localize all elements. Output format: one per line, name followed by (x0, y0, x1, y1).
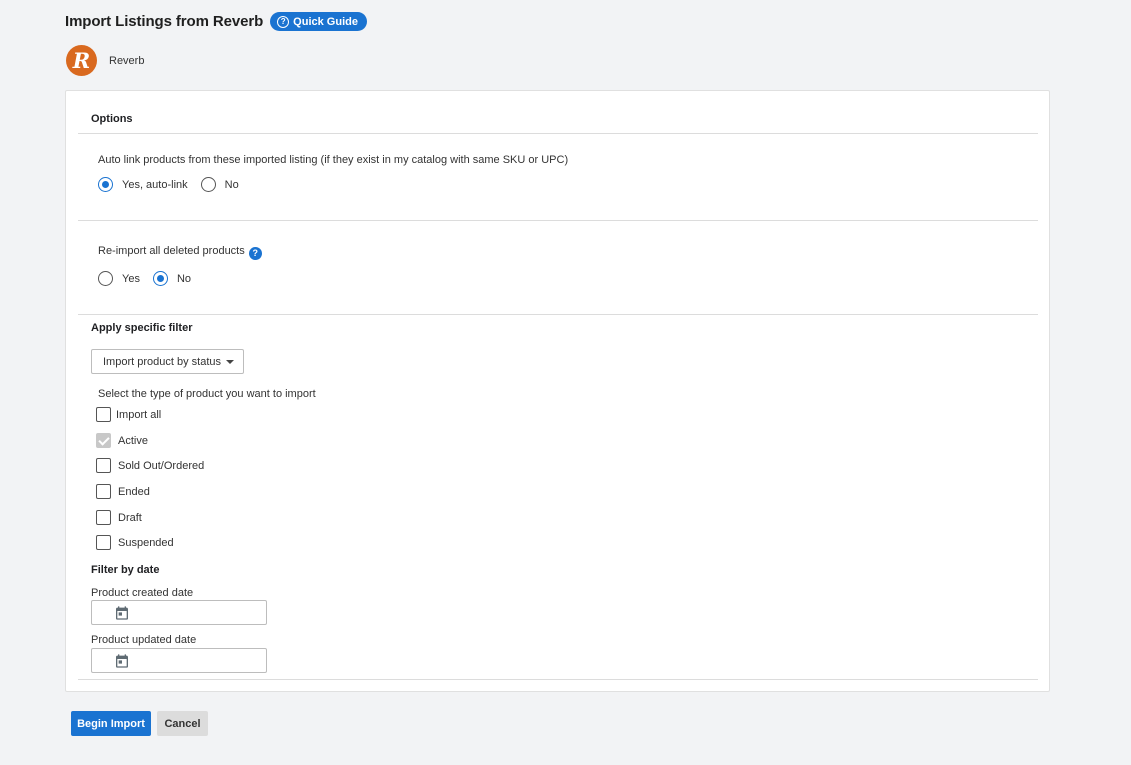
import-all-label: Import all (116, 408, 162, 421)
reverb-logo-icon: R (66, 45, 97, 76)
checkbox-row-draft: Draft (96, 510, 142, 525)
page-title: Import Listings from Reverb (65, 13, 264, 30)
sold-out-checkbox[interactable] (96, 458, 111, 473)
divider (78, 314, 1038, 315)
created-date-input[interactable] (91, 600, 267, 625)
draft-checkbox[interactable] (96, 510, 111, 525)
help-circle-icon: ? (277, 15, 290, 28)
divider (78, 220, 1038, 221)
checkbox-row-suspended: Suspended (96, 535, 174, 550)
calendar-icon (116, 606, 128, 620)
checkbox-row-import-all: Import all (96, 407, 161, 422)
ended-checkbox[interactable] (96, 484, 111, 499)
filter-section-title: Apply specific filter (91, 322, 193, 334)
chevron-down-icon (226, 360, 234, 364)
auto-link-no-radio[interactable] (200, 177, 216, 192)
help-icon[interactable]: ? (248, 246, 262, 260)
reimport-label: Re-import all deleted products (98, 245, 245, 257)
page-header: Import Listings from Reverb ? Quick Guid… (65, 12, 367, 31)
suspended-checkbox[interactable] (96, 535, 111, 550)
reimport-label-row: Re-import all deleted products? (98, 245, 262, 260)
divider (78, 133, 1038, 134)
sold-out-label: Sold Out/Ordered (118, 459, 205, 472)
updated-date-input[interactable] (91, 648, 267, 673)
ended-label: Ended (118, 485, 150, 498)
import-all-checkbox[interactable] (96, 407, 111, 422)
suspended-label: Suspended (118, 536, 174, 549)
begin-import-button[interactable]: Begin Import (71, 711, 151, 736)
reimport-yes-radio[interactable] (98, 271, 113, 286)
created-date-label: Product created date (91, 587, 194, 599)
status-filter-select[interactable]: Import product by status (91, 349, 244, 374)
import-options-panel: Options Auto link products from these im… (65, 90, 1050, 692)
status-filter-value: Import product by status (103, 355, 221, 368)
reimport-no-label: No (176, 272, 192, 285)
quick-guide-label: Quick Guide (293, 15, 358, 28)
active-label: Active (118, 434, 148, 447)
checkbox-row-sold-out: Sold Out/Ordered (96, 458, 204, 473)
updated-date-label: Product updated date (91, 634, 197, 646)
auto-link-radio-group: Yes, auto-link No (98, 177, 252, 192)
channel-info: R Reverb (66, 45, 144, 76)
options-section-title: Options (91, 113, 133, 125)
divider (78, 679, 1038, 680)
auto-link-no-label: No (224, 178, 239, 191)
auto-link-label: Auto link products from these imported l… (98, 154, 569, 166)
draft-label: Draft (118, 511, 142, 524)
reimport-yes-label: Yes (122, 272, 140, 285)
channel-name: Reverb (109, 54, 145, 67)
quick-guide-button[interactable]: ? Quick Guide (270, 12, 367, 31)
active-checkbox[interactable] (96, 433, 111, 448)
date-filter-title: Filter by date (91, 564, 160, 576)
reimport-radio-group: Yes No (98, 271, 204, 286)
cancel-button[interactable]: Cancel (157, 711, 208, 736)
auto-link-yes-radio[interactable] (98, 177, 113, 192)
product-type-label: Select the type of product you want to i… (98, 388, 316, 400)
calendar-icon (116, 654, 128, 668)
auto-link-yes-label: Yes, auto-link (122, 178, 188, 191)
checkbox-row-active: Active (96, 433, 148, 448)
checkbox-row-ended: Ended (96, 484, 150, 499)
reimport-no-radio[interactable] (152, 271, 168, 286)
